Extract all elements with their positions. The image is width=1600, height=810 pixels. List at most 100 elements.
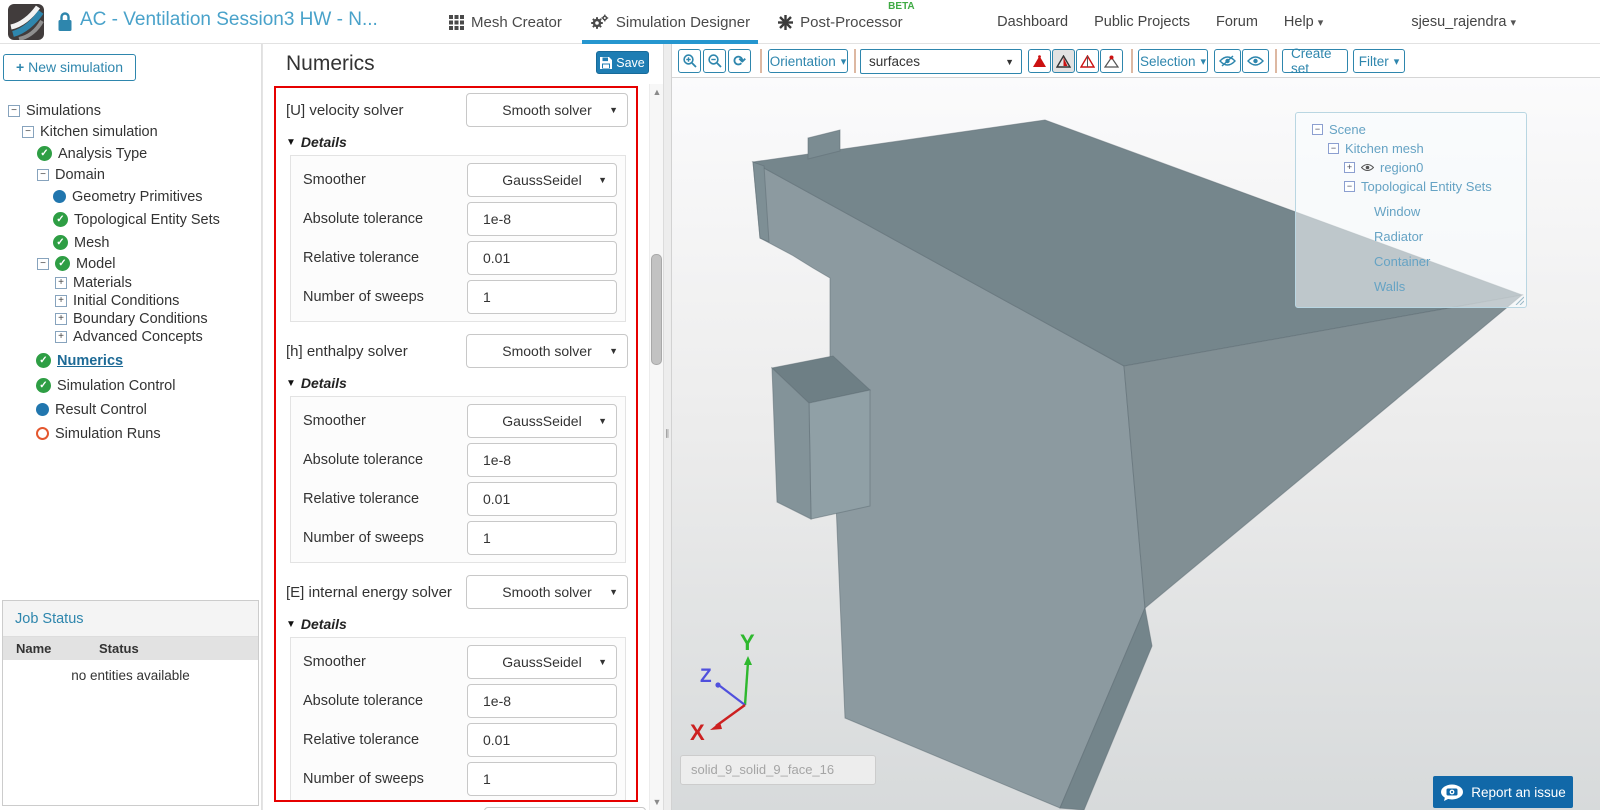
scene-label: Topological Entity Sets xyxy=(1361,179,1492,194)
tab-post-processor[interactable]: BETA Post-Processor xyxy=(764,0,917,44)
tab-mesh-creator[interactable]: Mesh Creator xyxy=(435,0,576,44)
render-surface-button[interactable] xyxy=(1028,49,1051,73)
link-dashboard[interactable]: Dashboard xyxy=(997,14,1068,30)
absolute-tolerance-input[interactable] xyxy=(467,443,617,477)
scene-item-walls[interactable]: Walls xyxy=(1296,277,1526,296)
collapse-icon[interactable]: − xyxy=(8,104,20,117)
absolute-tolerance-input[interactable] xyxy=(467,684,617,718)
solver-section-enthalpy: [h] enthalpy solver Smooth solver ▼ ▼ De… xyxy=(286,334,628,563)
number-of-sweeps-input[interactable] xyxy=(467,762,617,796)
smoother-select[interactable]: GaussSeidel ▼ xyxy=(467,163,617,197)
tree-item-result-control[interactable]: Result Control xyxy=(0,399,261,420)
tree-item-domain[interactable]: − Domain xyxy=(0,164,261,185)
scroll-down-icon[interactable]: ▼ xyxy=(650,797,663,807)
expand-icon[interactable]: + xyxy=(55,313,67,325)
orientation-dropdown[interactable]: Orientation ▾ xyxy=(768,49,848,73)
scene-item-container[interactable]: Container xyxy=(1296,252,1526,271)
viewport-canvas[interactable]: − Scene − Kitchen mesh + region0 − Topol… xyxy=(672,78,1600,810)
field-label: Absolute tolerance xyxy=(303,452,424,468)
velocity-solver-select[interactable]: Smooth solver ▼ xyxy=(466,93,628,127)
create-set-button[interactable]: Create set xyxy=(1282,46,1348,76)
tree-item-simulation-runs[interactable]: Simulation Runs xyxy=(0,423,261,444)
new-simulation-button[interactable]: + New simulation xyxy=(3,54,137,81)
expand-icon[interactable]: + xyxy=(55,277,67,289)
collapse-icon[interactable]: − xyxy=(37,257,49,270)
tree-item-advanced-concepts[interactable]: + Advanced Concepts xyxy=(0,328,261,346)
resize-grip-icon[interactable]: ∥ xyxy=(665,428,670,439)
collapse-icon[interactable]: − xyxy=(1328,143,1339,154)
scene-item-window[interactable]: Window xyxy=(1296,202,1526,221)
number-of-sweeps-input[interactable] xyxy=(467,521,617,555)
blue-dot-icon xyxy=(36,403,49,416)
smoother-select[interactable]: GaussSeidel ▼ xyxy=(467,645,617,679)
triangle-down-icon: ▼ xyxy=(286,136,296,148)
relative-tolerance-input[interactable] xyxy=(467,723,617,757)
tree-item-topological-entity-sets[interactable]: ✓ Topological Entity Sets xyxy=(0,209,261,230)
link-forum[interactable]: Forum xyxy=(1216,14,1258,30)
tree-item-simulation-control[interactable]: ✓ Simulation Control xyxy=(0,375,261,396)
help-menu[interactable]: Help ▾ xyxy=(1284,14,1323,30)
simscale-logo[interactable] xyxy=(8,4,44,40)
collapse-icon[interactable]: − xyxy=(37,168,49,181)
scene-item-kitchen-mesh[interactable]: − Kitchen mesh xyxy=(1296,139,1526,158)
zoom-out-button[interactable] xyxy=(703,49,726,73)
tree-item-mesh[interactable]: ✓ Mesh xyxy=(0,232,261,253)
panel-scrollbar[interactable]: ▲ ▼ xyxy=(649,84,663,810)
scene-item-topological-entity-sets[interactable]: − Topological Entity Sets xyxy=(1296,177,1526,196)
scene-item-radiator[interactable]: Radiator xyxy=(1296,227,1526,246)
tree-item-geometry-primitives[interactable]: Geometry Primitives xyxy=(0,186,261,207)
absolute-tolerance-input[interactable] xyxy=(467,202,617,236)
details-toggle[interactable]: ▼ Details xyxy=(286,372,628,394)
tree-item-materials[interactable]: + Materials xyxy=(0,274,261,292)
tree-item-initial-conditions[interactable]: + Initial Conditions xyxy=(0,292,261,310)
render-points-button[interactable] xyxy=(1100,49,1123,73)
collapse-icon[interactable]: − xyxy=(22,125,34,138)
scrollbar-thumb[interactable] xyxy=(651,254,662,365)
tab-simulation-designer[interactable]: Simulation Designer xyxy=(576,0,764,44)
show-selection-button[interactable] xyxy=(1242,49,1269,73)
number-of-sweeps-input[interactable] xyxy=(467,280,617,314)
tree-item-kitchen-simulation[interactable]: − Kitchen simulation xyxy=(0,121,261,142)
relative-tolerance-input[interactable] xyxy=(467,482,617,516)
render-wireframe-button[interactable] xyxy=(1076,49,1099,73)
expand-icon[interactable]: + xyxy=(55,295,67,307)
scene-item-region0[interactable]: + region0 xyxy=(1296,158,1526,177)
tree-item-numerics[interactable]: ✓ Numerics xyxy=(0,350,261,371)
filter-dropdown[interactable]: Filter ▾ xyxy=(1353,49,1405,73)
field-label: Smoother xyxy=(303,172,366,188)
tree-label: Kitchen simulation xyxy=(40,123,158,140)
scene-label: region0 xyxy=(1380,160,1424,175)
user-menu[interactable]: sjesu_rajendra ▾ xyxy=(1411,14,1516,30)
report-issue-button[interactable]: Report an issue xyxy=(1433,776,1573,808)
collapse-icon[interactable]: − xyxy=(1344,181,1355,192)
enthalpy-solver-select[interactable]: Smooth solver ▼ xyxy=(466,334,628,368)
eye-icon[interactable] xyxy=(1361,163,1374,172)
save-button[interactable]: Save xyxy=(596,51,649,74)
tree-item-boundary-conditions[interactable]: + Boundary Conditions xyxy=(0,310,261,328)
scroll-up-icon[interactable]: ▲ xyxy=(650,87,663,97)
render-surface-edges-button[interactable] xyxy=(1052,49,1075,73)
reset-view-button[interactable]: ⟳ xyxy=(728,49,751,73)
scene-label: Container xyxy=(1374,254,1431,269)
zoom-in-button[interactable] xyxy=(678,49,701,73)
scene-item-scene[interactable]: − Scene xyxy=(1296,120,1526,139)
link-public-projects[interactable]: Public Projects xyxy=(1094,14,1190,30)
collapse-icon[interactable]: − xyxy=(1312,124,1323,135)
scene-label: Kitchen mesh xyxy=(1345,141,1424,156)
relative-tolerance-input[interactable] xyxy=(467,241,617,275)
hide-selection-button[interactable] xyxy=(1214,49,1241,73)
selection-dropdown[interactable]: Selection ▾ xyxy=(1138,49,1208,73)
details-toggle[interactable]: ▼ Details xyxy=(286,131,628,153)
tree-item-simulations[interactable]: − Simulations xyxy=(0,100,261,121)
panel-resize-divider[interactable]: ∥ xyxy=(663,44,672,810)
expand-icon[interactable]: + xyxy=(55,331,67,343)
expand-icon[interactable]: + xyxy=(1344,162,1355,173)
tree-item-analysis-type[interactable]: ✓ Analysis Type xyxy=(0,143,261,164)
field-label: [E] internal energy solver xyxy=(286,583,452,601)
details-toggle[interactable]: ▼ Details xyxy=(286,613,628,635)
surfaces-select[interactable]: surfaces ▼ xyxy=(860,49,1022,74)
internal-energy-solver-select[interactable]: Smooth solver ▼ xyxy=(466,575,628,609)
smoother-select[interactable]: GaussSeidel ▼ xyxy=(467,404,617,438)
tree-item-model[interactable]: − ✓ Model xyxy=(0,253,261,274)
resize-corner-icon[interactable] xyxy=(1514,295,1524,305)
